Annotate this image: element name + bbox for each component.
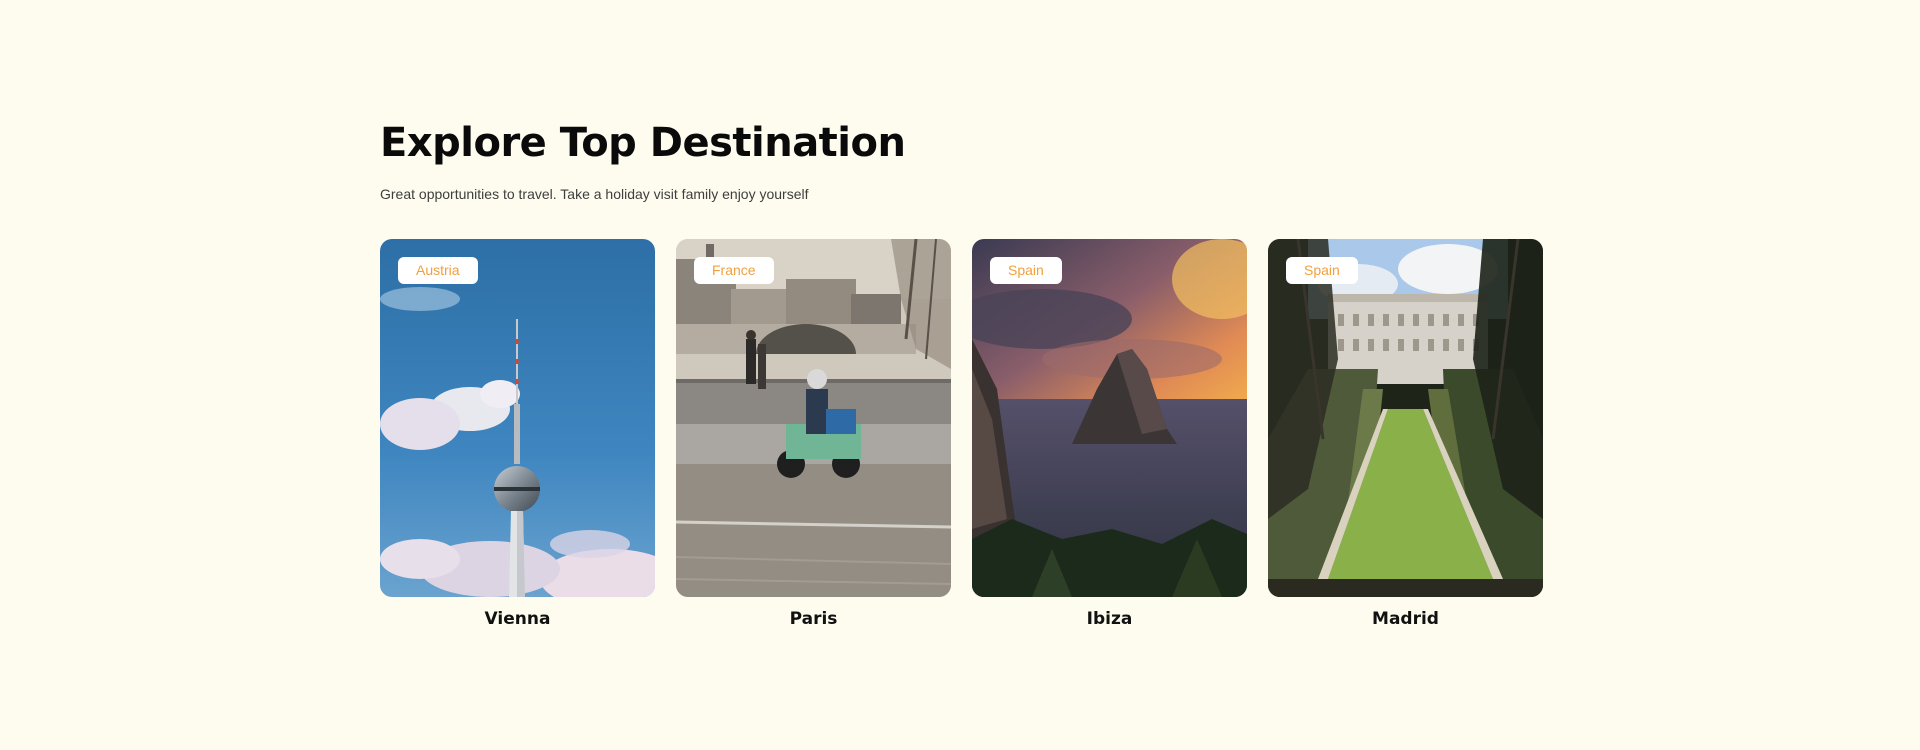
destination-image-madrid[interactable]: Spain: [1268, 239, 1543, 597]
section-title: Explore Top Destination: [380, 120, 906, 166]
country-badge[interactable]: Spain: [990, 257, 1062, 284]
destination-card-vienna[interactable]: Austria Vienna: [380, 239, 655, 629]
tv-tower-photo: [380, 239, 655, 597]
destination-card-ibiza[interactable]: Spain Ibiza: [972, 239, 1247, 629]
city-name: Vienna: [484, 609, 551, 629]
scooter-street-photo: [676, 239, 951, 597]
section-subtitle: Great opportunities to travel. Take a ho…: [380, 186, 809, 202]
destination-image-ibiza[interactable]: Spain: [972, 239, 1247, 597]
destinations-section: Explore Top Destination Great opportunit…: [380, 118, 1543, 629]
palace-garden-photo: [1268, 239, 1543, 597]
country-badge[interactable]: Spain: [1286, 257, 1358, 284]
sea-rock-sunset-photo: [972, 239, 1247, 597]
destination-card-madrid[interactable]: Spain Madrid: [1268, 239, 1543, 629]
destination-image-paris[interactable]: France: [676, 239, 951, 597]
city-name: Madrid: [1372, 609, 1439, 629]
destination-card-paris[interactable]: France Paris: [676, 239, 951, 629]
destination-cards: Austria Vienna France Paris Spain Ibiza …: [380, 239, 1543, 629]
country-badge[interactable]: France: [694, 257, 774, 284]
destination-image-vienna[interactable]: Austria: [380, 239, 655, 597]
city-name: Paris: [789, 609, 838, 629]
city-name: Ibiza: [1086, 609, 1133, 629]
country-badge[interactable]: Austria: [398, 257, 478, 284]
